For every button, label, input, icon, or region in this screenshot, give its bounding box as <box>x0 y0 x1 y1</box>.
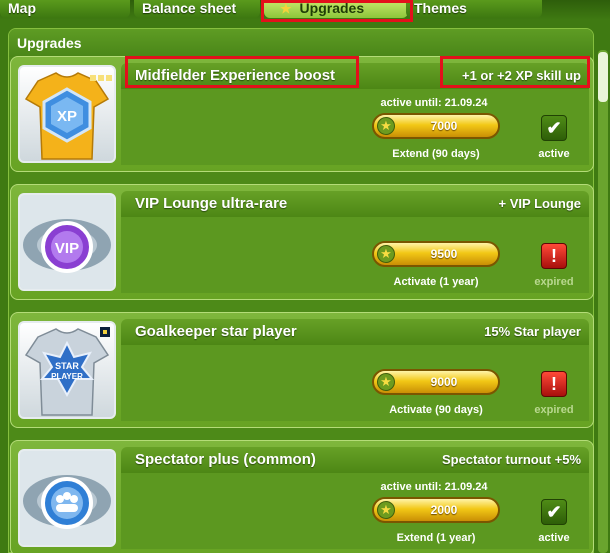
star-icon: ★ <box>280 1 292 16</box>
active-until: active until: 21.09.24 <box>380 481 488 493</box>
upgrade-name: VIP Lounge ultra-rare <box>135 195 288 212</box>
action-label: Activate (90 days) <box>389 404 483 416</box>
tab-label: Balance sheet <box>142 0 237 16</box>
extend-price-button[interactable]: ★ 2000 <box>372 497 500 523</box>
warning-icon: ! <box>541 371 567 397</box>
scrollbar-track[interactable] <box>598 50 608 553</box>
action-label: Activate (1 year) <box>393 276 479 288</box>
svg-text:STAR: STAR <box>55 361 79 371</box>
upgrade-card-vip-lounge: VIP VIP Lounge ultra-rare + VIP Lounge ★… <box>10 184 594 300</box>
price-amount: 2000 <box>430 503 458 517</box>
activate-price-button[interactable]: ★ 9500 <box>372 241 500 267</box>
tab-label: Upgrades <box>299 0 365 16</box>
coin-star-icon: ★ <box>377 117 395 135</box>
tab-upgrades[interactable]: ★ Upgrades <box>264 0 408 18</box>
price-amount: 7000 <box>430 119 458 133</box>
tab-map[interactable]: Map <box>0 0 130 18</box>
svg-text:XP: XP <box>57 108 77 125</box>
activate-price-button[interactable]: ★ 9000 <box>372 369 500 395</box>
spectator-stadium-icon <box>18 449 116 547</box>
panel-title: Upgrades <box>9 29 593 57</box>
coin-star-icon: ★ <box>377 373 395 391</box>
svg-text:PLAYER: PLAYER <box>51 372 83 381</box>
star-player-jersey-icon: STAR PLAYER <box>18 321 116 419</box>
coin-star-icon: ★ <box>377 501 395 519</box>
upgrade-effect: + VIP Lounge <box>498 196 581 211</box>
upgrade-effect: +1 or +2 XP skill up <box>462 68 581 83</box>
price-amount: 9500 <box>430 247 458 261</box>
upgrade-effect: 15% Star player <box>484 324 581 339</box>
tab-label: Map <box>8 0 36 16</box>
vip-stadium-icon: VIP <box>18 193 116 291</box>
price-amount: 9000 <box>430 375 458 389</box>
upgrade-card-spectator-plus: Spectator plus (common) Spectator turnou… <box>10 440 594 553</box>
checkmark-icon: ✔ <box>541 115 567 141</box>
upgrade-name: Midfielder Experience boost <box>135 67 336 84</box>
upgrade-effect: Spectator turnout +5% <box>441 452 581 467</box>
active-until: active until: 21.09.24 <box>380 97 488 109</box>
svg-text:VIP: VIP <box>55 240 79 257</box>
tab-balance-sheet[interactable]: Balance sheet <box>134 0 260 18</box>
tab-bar: Map Balance sheet ★ Upgrades Themes <box>0 0 610 20</box>
action-label: Extend (90 days) <box>392 148 480 160</box>
upgrade-card-goalkeeper-star: STAR PLAYER Goalkeeper star player 15% S… <box>10 312 594 428</box>
upgrade-card-midfielder-xp: XP Midfielder Experience boost +1 or +2 … <box>10 56 594 172</box>
action-label: Extend (1 year) <box>396 532 476 544</box>
upgrade-name: Spectator plus (common) <box>135 451 316 468</box>
status-label: active <box>538 532 570 544</box>
status-label: expired <box>534 276 574 288</box>
checkmark-icon: ✔ <box>541 499 567 525</box>
status-label: expired <box>534 404 574 416</box>
xp-jersey-icon: XP <box>18 65 116 163</box>
upgrade-name: Goalkeeper star player <box>135 323 297 340</box>
scrollbar-thumb[interactable] <box>598 52 608 102</box>
extend-price-button[interactable]: ★ 7000 <box>372 113 500 139</box>
status-label: active <box>538 148 570 160</box>
tab-themes[interactable]: Themes <box>406 0 542 18</box>
tab-label: Themes <box>414 0 467 16</box>
warning-icon: ! <box>541 243 567 269</box>
coin-star-icon: ★ <box>377 245 395 263</box>
